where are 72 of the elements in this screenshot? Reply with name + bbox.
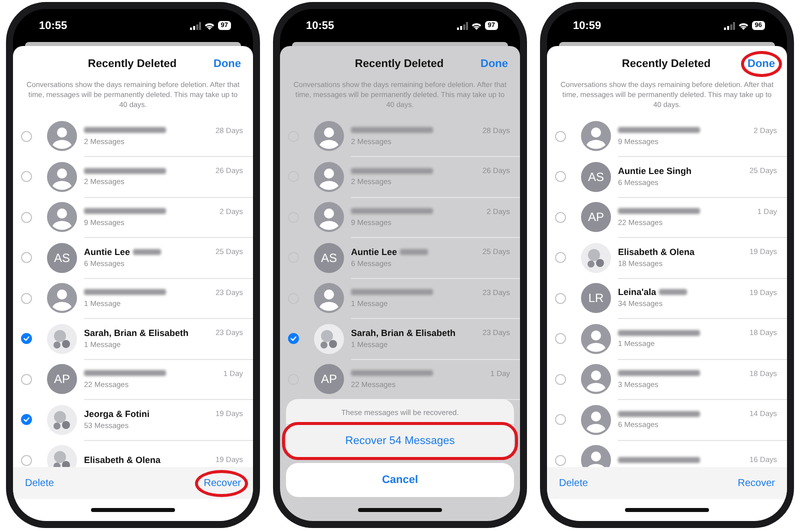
- person-avatar-icon: [47, 283, 77, 314]
- cancel-button[interactable]: Cancel: [286, 463, 514, 497]
- selection-checkbox[interactable]: [21, 212, 32, 223]
- person-avatar-icon: [47, 121, 77, 152]
- delete-button[interactable]: Delete: [25, 476, 54, 490]
- group-avatar-icon: [47, 404, 77, 435]
- group-avatar-icon: [47, 324, 77, 354]
- done-button[interactable]: Done: [746, 56, 777, 72]
- initials-avatar: AS: [581, 162, 611, 192]
- selection-checkbox[interactable]: [21, 171, 32, 182]
- selection-checkbox[interactable]: [555, 374, 566, 385]
- selection-checkbox[interactable]: [21, 252, 32, 264]
- wifi-icon: [470, 22, 482, 30]
- status-time: 10:55: [306, 20, 334, 32]
- wifi-icon: [204, 22, 215, 30]
- group-avatar-icon: [314, 324, 344, 354]
- selection-checkbox[interactable]: [288, 333, 299, 344]
- contact-name: Elisabeth & Olena: [618, 246, 695, 257]
- wifi-icon: [738, 22, 749, 30]
- contact-name: Sarah, Brian & Elisabeth: [351, 328, 456, 338]
- signal-icon: [724, 22, 735, 30]
- done-button[interactable]: Done: [478, 56, 510, 72]
- selection-checkbox[interactable]: [21, 130, 32, 142]
- contact-name: Auntie Lee: [351, 246, 398, 257]
- signal-icon: [190, 22, 201, 30]
- person-avatar-icon: [314, 162, 344, 192]
- selection-checkbox[interactable]: [555, 414, 566, 426]
- selection-checkbox[interactable]: [555, 454, 566, 466]
- person-avatar-icon: [314, 202, 344, 232]
- selection-checkbox[interactable]: [21, 292, 32, 304]
- initials-avatar: AP: [47, 364, 77, 394]
- initials-avatar: AS: [314, 242, 344, 273]
- initials-avatar: AP: [314, 364, 344, 394]
- contact-name: Auntie Lee Singh: [618, 166, 692, 176]
- sheet-title: Recently Deleted: [620, 58, 712, 70]
- selection-checkbox[interactable]: [21, 374, 32, 385]
- person-avatar-icon: [581, 364, 611, 394]
- selection-checkbox[interactable]: [555, 252, 566, 264]
- person-avatar-icon: [47, 162, 77, 192]
- person-avatar-icon: [314, 283, 344, 314]
- delete-button[interactable]: Delete: [559, 476, 588, 490]
- selection-checkbox[interactable]: [555, 292, 566, 304]
- person-avatar-icon: [581, 324, 611, 354]
- person-avatar-icon: [314, 121, 344, 152]
- selection-checkbox[interactable]: [21, 333, 32, 344]
- person-avatar-icon: [581, 121, 611, 152]
- contact-name: Auntie Lee: [84, 246, 130, 257]
- selection-checkbox[interactable]: [21, 454, 32, 466]
- contact-name: Elisabeth & Olena: [84, 454, 161, 465]
- selection-checkbox[interactable]: [555, 171, 566, 182]
- initials-avatar: AS: [47, 242, 77, 273]
- recover-messages-button[interactable]: Recover 54 Messages: [286, 425, 514, 457]
- selection-checkbox[interactable]: [21, 414, 32, 426]
- person-avatar-icon: [47, 202, 77, 232]
- recover-button[interactable]: Recover: [204, 476, 241, 490]
- contact-name: Leina'ala: [618, 287, 656, 298]
- selection-checkbox[interactable]: [555, 130, 566, 142]
- sheet-title: Recently Deleted: [86, 58, 178, 70]
- initials-avatar: AP: [581, 202, 611, 232]
- status-time: 10:55: [39, 20, 68, 32]
- status-time: 10:59: [573, 20, 602, 32]
- person-avatar-icon: [581, 404, 611, 435]
- selection-checkbox[interactable]: [555, 333, 566, 344]
- contact-name: Jeorga & Fotini: [84, 408, 150, 419]
- sheet-title: Recently Deleted: [354, 58, 445, 70]
- contact-name: Sarah, Brian & Elisabeth: [84, 328, 189, 338]
- group-avatar-icon: [581, 242, 611, 273]
- recover-button[interactable]: Recover: [738, 476, 775, 490]
- done-button[interactable]: Done: [212, 56, 243, 72]
- signal-icon: [456, 22, 468, 30]
- initials-avatar: LR: [581, 283, 611, 314]
- selection-checkbox[interactable]: [555, 212, 566, 223]
